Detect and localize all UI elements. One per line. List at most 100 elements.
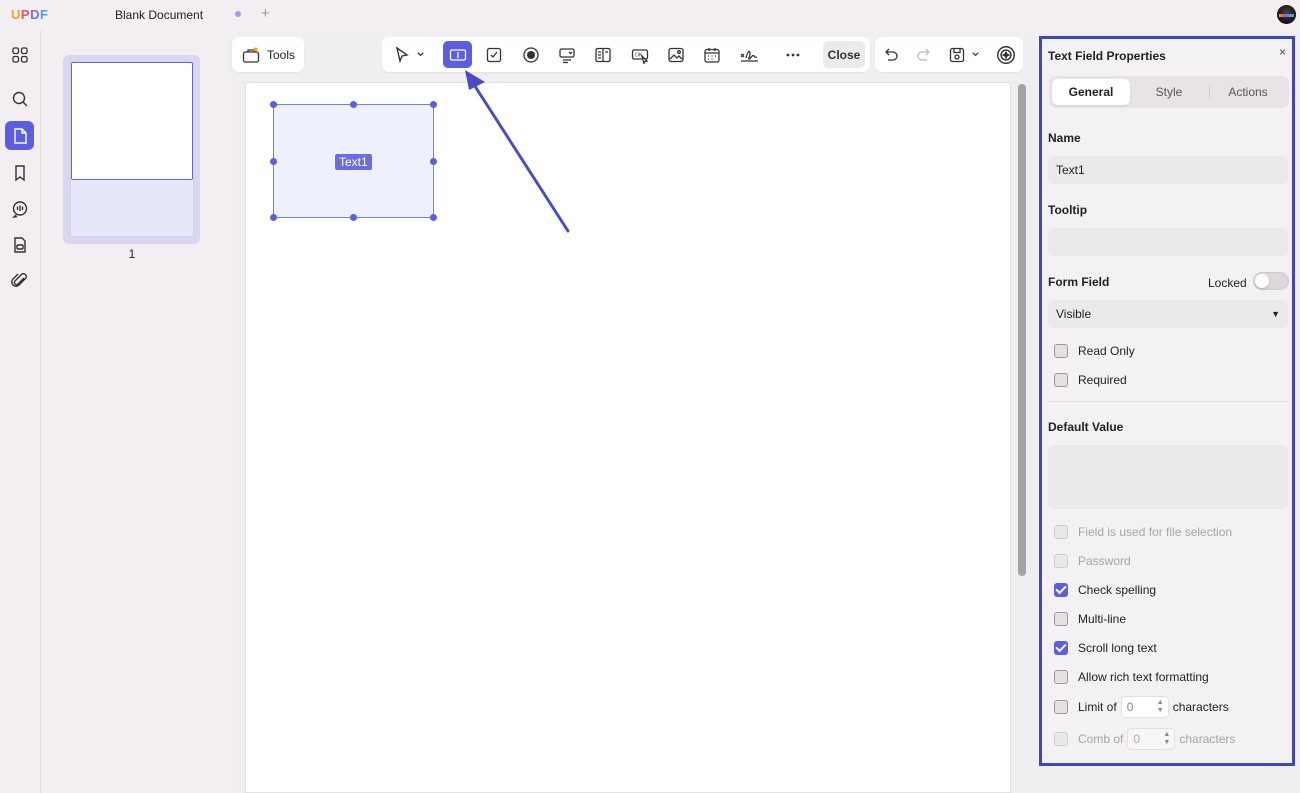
updf-logo: UPDF [11, 7, 49, 22]
panel-title: Text Field Properties [1048, 49, 1166, 63]
select-tool-button[interactable] [388, 41, 430, 68]
comb-option: Comb of 0 ▲ ▼ characters [1054, 728, 1235, 750]
section-divider [1048, 401, 1288, 402]
required-checkbox[interactable] [1054, 373, 1068, 387]
field-name-label: Text1 [335, 154, 372, 170]
document-tab[interactable]: Blank Document [115, 8, 203, 22]
save-button[interactable] [945, 41, 983, 68]
scroll-long-text-checkbox[interactable] [1054, 641, 1068, 655]
read-only-option[interactable]: Read Only [1054, 343, 1135, 359]
visibility-select[interactable]: Visible ▼ [1048, 300, 1288, 328]
ai-assistant-icon [997, 45, 1015, 64]
visibility-value: Visible [1056, 307, 1092, 321]
file-selection-label: Field is used for file selection [1078, 525, 1233, 539]
resize-handle-top-right[interactable] [430, 101, 437, 108]
resize-handle-left[interactable] [270, 158, 277, 165]
password-checkbox [1054, 554, 1068, 568]
page-number: 1 [128, 247, 136, 261]
limit-option[interactable]: Limit of 0 ▲ ▼ characters [1054, 696, 1229, 718]
thumbnails-icon[interactable] [5, 40, 34, 69]
page-thumbnail[interactable] [63, 55, 200, 244]
button-tool-button[interactable]: OK [625, 41, 654, 68]
name-label: Name [1048, 131, 1081, 145]
stepper-arrows-icon[interactable]: ▲ ▼ [1157, 699, 1164, 715]
tab-actions[interactable]: Actions [1209, 79, 1287, 105]
limit-checkbox[interactable] [1054, 700, 1068, 714]
properties-tabs: General Style Actions [1049, 76, 1289, 108]
close-form-mode-button[interactable]: Close [823, 41, 865, 68]
more-icon [786, 53, 800, 56]
stepper-arrows-icon: ▲ ▼ [1163, 731, 1171, 746]
tools-button[interactable]: Tools [232, 37, 304, 72]
resize-handle-right[interactable] [430, 158, 437, 165]
avatar[interactable] [1277, 5, 1296, 24]
rich-text-checkbox[interactable] [1054, 670, 1068, 684]
read-only-checkbox[interactable] [1054, 344, 1068, 358]
rich-text-option[interactable]: Allow rich text formatting [1054, 669, 1209, 685]
vertical-scrollbar[interactable] [1018, 84, 1026, 576]
resize-handle-bottom-right[interactable] [430, 214, 437, 221]
image-icon [667, 47, 684, 62]
scroll-long-text-label: Scroll long text [1078, 641, 1157, 655]
comb-prefix: Comb of [1078, 732, 1124, 746]
tools-label: Tools [267, 47, 296, 62]
check-spelling-checkbox[interactable] [1054, 583, 1068, 597]
undo-button[interactable] [877, 41, 905, 68]
thumbnail-viewport [71, 62, 193, 180]
cursor-icon [395, 45, 409, 63]
close-icon[interactable]: × [1279, 45, 1286, 59]
undo-icon [885, 48, 898, 61]
tab-general[interactable]: General [1052, 79, 1130, 105]
title-bar: UPDF Blank Document + [0, 0, 1300, 30]
limit-stepper[interactable]: 0 ▲ ▼ [1120, 696, 1169, 718]
multi-line-checkbox[interactable] [1054, 612, 1068, 626]
page-edit-icon[interactable] [5, 121, 34, 150]
more-options-button[interactable] [779, 41, 807, 68]
new-tab-button[interactable]: + [261, 5, 270, 22]
scroll-long-text-option[interactable]: Scroll long text [1054, 640, 1157, 656]
history-toolbar [875, 37, 1023, 72]
check-spelling-option[interactable]: Check spelling [1054, 582, 1156, 598]
resize-handle-bottom-left[interactable] [270, 214, 277, 221]
push-button-icon: OK [631, 48, 648, 64]
required-label: Required [1078, 373, 1127, 387]
text-field-properties-panel: Text Field Properties × General Style Ac… [1039, 36, 1295, 766]
annotation-arrow [465, 70, 570, 233]
calendar-icon [703, 47, 720, 63]
file-selection-checkbox [1054, 525, 1068, 539]
multi-line-option[interactable]: Multi-line [1054, 611, 1126, 627]
date-field-tool-button[interactable] [697, 41, 726, 68]
comment-icon[interactable] [5, 194, 34, 223]
limit-suffix: characters [1172, 700, 1229, 714]
save-icon [949, 47, 965, 62]
password-option: Password [1054, 553, 1131, 569]
required-option[interactable]: Required [1054, 372, 1127, 388]
search-icon[interactable] [5, 84, 34, 113]
locked-label: Locked [1208, 276, 1247, 290]
resize-handle-bottom[interactable] [350, 214, 357, 221]
multi-line-label: Multi-line [1078, 612, 1127, 626]
tooltip-input[interactable] [1048, 228, 1288, 256]
thumbnail-panel: 1 [42, 30, 227, 793]
ai-assistant-button[interactable] [992, 41, 1020, 68]
thumbnail-page [70, 61, 194, 237]
redo-button[interactable] [910, 41, 938, 68]
resize-handle-top-left[interactable] [270, 101, 277, 108]
default-value-input[interactable] [1048, 445, 1288, 509]
image-field-tool-button[interactable] [661, 41, 690, 68]
file-selection-option: Field is used for file selection [1054, 524, 1232, 540]
name-input[interactable]: Text1 [1048, 156, 1288, 184]
signature-tool-button[interactable] [734, 41, 763, 68]
password-label: Password [1078, 554, 1131, 568]
unsaved-dot-icon [235, 11, 241, 17]
tab-style[interactable]: Style [1130, 79, 1208, 105]
svg-text:OK: OK [635, 52, 643, 58]
comb-value: 0 [1133, 732, 1141, 746]
locked-toggle[interactable] [1253, 272, 1289, 290]
stamp-icon[interactable] [5, 230, 34, 259]
resize-handle-top[interactable] [350, 101, 357, 108]
chevron-down-icon [972, 52, 979, 57]
attachment-icon[interactable] [5, 266, 34, 295]
bookmark-icon[interactable] [5, 158, 34, 187]
list-box-tool-button[interactable] [588, 41, 617, 68]
